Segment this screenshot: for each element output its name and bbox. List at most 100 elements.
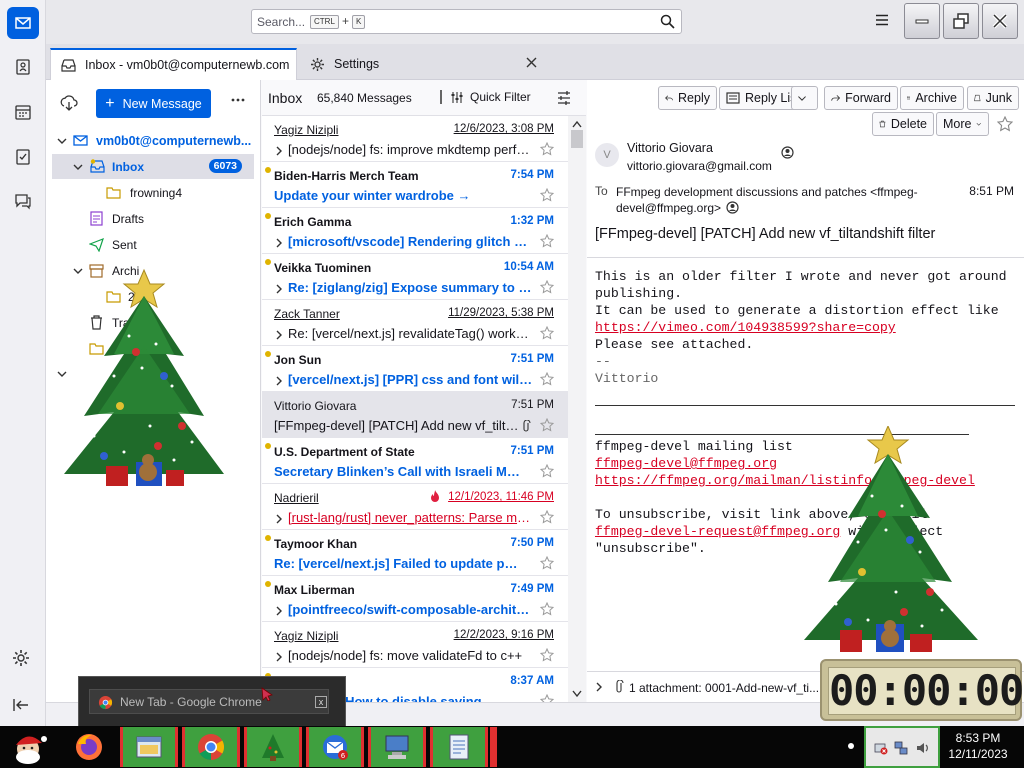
star-icon[interactable] (540, 234, 554, 248)
star-icon[interactable] (540, 510, 554, 524)
chevron-right-icon[interactable] (275, 330, 283, 340)
volume-icon[interactable] (916, 741, 930, 755)
network-error-icon[interactable] (874, 741, 888, 755)
delete-button[interactable]: Delete (872, 112, 934, 136)
star-icon[interactable] (540, 556, 554, 570)
message-row[interactable]: Yagiz Nizipli 12/6/2023, 3:08 PM [nodejs/n… (262, 116, 568, 162)
folder-pane-menu-icon[interactable] (231, 98, 245, 102)
chevron-right-icon[interactable] (275, 606, 283, 616)
new-message-button[interactable]: + New Message (96, 89, 211, 118)
message-row[interactable]: Nadrieril 12/1/2023, 11:46 PM [rust-lang/r… (262, 484, 568, 530)
sender-name[interactable]: Vittorio Giovara (627, 141, 713, 155)
preview-item[interactable]: New Tab - Google Chrome x (89, 689, 329, 714)
restore-button[interactable] (943, 3, 979, 39)
folder-drafts-label: Drafts (112, 212, 145, 226)
message-date: 7:51 PM (510, 445, 554, 457)
chrome-taskbar-button[interactable] (182, 727, 240, 767)
contact-icon[interactable] (726, 201, 739, 214)
minimize-button[interactable] (904, 3, 940, 39)
tab-close-icon[interactable] (526, 57, 537, 68)
taskbar-preview-popup[interactable]: New Tab - Google Chrome x (78, 676, 346, 728)
chevron-right-icon[interactable] (275, 376, 283, 386)
message-row[interactable]: Biden-Harris Merch Team 7:54 PM Update you… (262, 162, 568, 208)
tasks-icon[interactable] (7, 141, 39, 173)
star-icon[interactable] (540, 188, 554, 202)
chevron-right-icon[interactable] (275, 514, 283, 524)
close-window-button[interactable] (982, 3, 1018, 39)
message-row[interactable]: Yagiz Nizipli 12/2/2023, 9:16 PM [nodejs/n… (262, 622, 568, 668)
star-icon[interactable] (997, 116, 1013, 132)
star-icon[interactable] (540, 372, 554, 386)
reply-menu-dropdown[interactable] (791, 86, 818, 110)
computer-taskbar-button[interactable] (368, 727, 426, 767)
star-icon[interactable] (540, 602, 554, 616)
start-button[interactable] (0, 727, 60, 767)
vimeo-link[interactable]: https://vimeo.com/104938599?share=copy (595, 320, 896, 335)
global-search-input[interactable]: Search... CTRL + K (251, 9, 682, 34)
scroll-up-icon[interactable] (572, 120, 582, 128)
network-icon[interactable] (894, 741, 908, 755)
collapse-toolbar-icon[interactable] (12, 696, 30, 714)
chevron-right-icon[interactable] (275, 238, 283, 248)
archive-button[interactable]: Archive (900, 86, 964, 110)
mail-space-icon[interactable] (7, 7, 39, 39)
file-explorer-taskbar-button[interactable] (120, 727, 178, 767)
chevron-right-icon[interactable] (275, 652, 283, 662)
junk-button[interactable]: Junk (967, 86, 1019, 110)
message-date: 7:49 PM (510, 583, 554, 595)
sender-email[interactable]: vittorio.giovara@gmail.com (627, 159, 772, 173)
scrollbar-thumb[interactable] (571, 130, 583, 148)
recipient-list[interactable]: FFmpeg development discussions and patch… (616, 184, 936, 216)
more-label: More (943, 117, 972, 131)
forward-button[interactable]: Forward (824, 86, 898, 110)
message-row[interactable]: Vittorio Giovara 7:51 PM [FFmpeg-devel] [P… (262, 392, 568, 438)
thunderbird-taskbar-button[interactable]: 6 (306, 727, 364, 767)
stopwatch-widget[interactable]: 00:00:00 (820, 659, 1024, 721)
message-row[interactable]: Veikka Tuominen 10:54 AM Re: [ziglang/zig]… (262, 254, 568, 300)
message-subject: Re: [ziglang/zig] Expose summary to buil… (288, 280, 534, 295)
mailing-list-address-link[interactable]: ffmpeg-devel@ffmpeg.org (595, 456, 777, 471)
chevron-right-icon[interactable] (275, 146, 283, 156)
reply-button[interactable]: Reply (658, 86, 717, 110)
tab-inbox[interactable]: Inbox - vm0b0t@computernewb.com (50, 48, 297, 80)
account-row[interactable]: vm0b0t@computernewb... (46, 128, 260, 153)
scroll-down-icon[interactable] (572, 690, 582, 698)
quick-filter-button[interactable]: Quick Filter (440, 90, 531, 104)
star-icon[interactable] (540, 280, 554, 294)
tray-dot-icon[interactable] (848, 743, 854, 749)
folder-drafts[interactable]: Drafts (46, 206, 260, 231)
folder-inbox[interactable]: Inbox 6073 (52, 154, 254, 179)
chat-icon[interactable] (7, 185, 39, 217)
message-row[interactable]: U.S. Department of State 7:51 PM Secretary… (262, 438, 568, 484)
message-row[interactable]: Max Liberman 7:49 PM [pointfreeco/swift-co… (262, 576, 568, 622)
message-row[interactable]: Taymoor Khan 7:50 PM Re: [vercel/next.js] … (262, 530, 568, 576)
folder-frowning4[interactable]: frowning4 (46, 180, 260, 205)
message-row[interactable]: Erich Gamma 1:32 PM [microsoft/vscode] Ren… (262, 208, 568, 254)
preview-close-button[interactable]: x (315, 696, 327, 708)
address-book-icon[interactable] (7, 51, 39, 83)
message-row[interactable]: Zack Tanner 11/29/2023, 5:38 PM Re: [verce… (262, 300, 568, 346)
taskbar-clock[interactable]: 8:53 PM 12/11/2023 (946, 730, 1010, 762)
folder-sent[interactable]: Sent (46, 232, 260, 257)
message-list-scrollbar[interactable] (568, 116, 586, 702)
settings-gear-icon[interactable] (12, 649, 30, 667)
star-icon[interactable] (540, 648, 554, 662)
star-icon[interactable] (540, 326, 554, 340)
star-icon[interactable] (540, 694, 554, 702)
star-icon[interactable] (540, 464, 554, 478)
message-row[interactable]: Jon Sun 7:51 PM [vercel/next.js] [PPR] css… (262, 346, 568, 392)
app-menu-icon[interactable] (876, 14, 888, 26)
chevron-right-icon[interactable] (275, 284, 283, 294)
firefox-taskbar-button[interactable] (60, 727, 118, 767)
christmas-tree-taskbar-button[interactable] (244, 727, 302, 767)
star-icon[interactable] (540, 418, 554, 432)
star-icon[interactable] (540, 142, 554, 156)
get-messages-icon[interactable] (60, 94, 78, 112)
more-button[interactable]: More (936, 112, 989, 136)
tab-settings[interactable]: Settings (300, 48, 540, 80)
contact-icon[interactable] (781, 146, 794, 159)
taskbar-time: 8:53 PM (955, 731, 1001, 745)
display-options-icon[interactable] (557, 91, 571, 105)
calendar-icon[interactable] (7, 96, 39, 128)
notepad-taskbar-button[interactable] (430, 727, 488, 767)
